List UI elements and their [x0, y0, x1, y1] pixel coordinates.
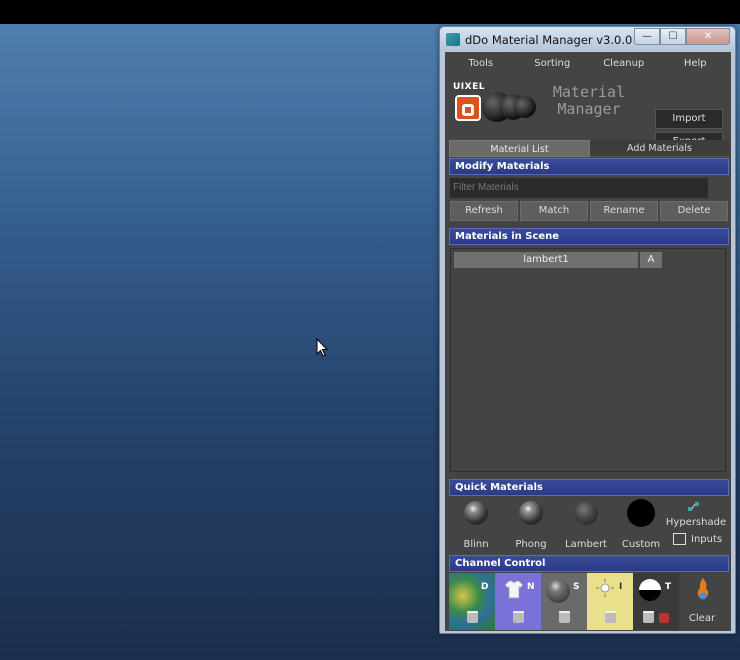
channel-specular[interactable]: S	[541, 573, 587, 630]
channel-normal[interactable]: N	[495, 573, 541, 630]
modify-materials-header[interactable]: Modify Materials	[449, 158, 729, 175]
hypershade-label[interactable]: Hypershade	[665, 517, 727, 528]
minimize-button[interactable]: —	[634, 28, 660, 45]
tab-material-list[interactable]: Material List	[449, 140, 590, 157]
app-name-title: Material Manager	[552, 83, 626, 118]
hypershade-icon[interactable]	[687, 501, 701, 513]
material-name-button[interactable]: lambert1	[454, 252, 638, 268]
quick-custom[interactable]: Custom	[616, 498, 666, 553]
window-title: dDo Material Manager v3.0.0	[465, 33, 633, 47]
channel-control-row: D N S I T Clear	[449, 573, 731, 630]
logo-spheres-icon	[482, 90, 536, 124]
trash-icon[interactable]	[513, 611, 524, 623]
window-client: Tools Sorting Cleanup Help UIXEL Materia…	[445, 52, 731, 631]
quick-lambert[interactable]: Lambert	[561, 498, 611, 553]
channel-clear-button[interactable]: Clear	[679, 573, 725, 630]
material-assign-button[interactable]: A	[640, 252, 662, 268]
material-manager-window: dDo Material Manager v3.0.0 — ☐ ✕ Tools …	[439, 26, 736, 634]
lambert-sphere-icon	[574, 501, 598, 525]
filter-materials-input[interactable]	[450, 178, 708, 198]
import-button[interactable]: Import	[655, 109, 723, 129]
close-icon: ✕	[703, 31, 713, 42]
transparency-sphere-icon	[639, 579, 661, 601]
channel-control-header[interactable]: Channel Control	[449, 555, 729, 572]
menu-tools[interactable]: Tools	[445, 52, 517, 76]
channel-diffuse[interactable]: D	[449, 573, 495, 630]
quick-materials-row: Blinn Phong Lambert Custom Hypershade In	[449, 498, 729, 553]
phong-sphere-icon	[519, 501, 543, 525]
menu-bar: Tools Sorting Cleanup Help	[445, 52, 731, 76]
flame-icon	[697, 578, 709, 600]
menu-help[interactable]: Help	[660, 52, 732, 76]
inputs-label[interactable]: Inputs	[691, 534, 722, 545]
quixel-logo-text: UIXEL	[453, 82, 485, 92]
blinn-sphere-icon	[464, 501, 488, 525]
materials-in-scene-header[interactable]: Materials in Scene	[449, 228, 729, 245]
match-button[interactable]: Match	[520, 201, 588, 221]
quick-blinn[interactable]: Blinn	[451, 498, 501, 553]
trash-icon[interactable]	[605, 611, 616, 623]
specular-sphere-icon	[546, 579, 570, 603]
trash-icon[interactable]	[559, 611, 570, 623]
rename-button[interactable]: Rename	[590, 201, 658, 221]
delete-button[interactable]: Delete	[660, 201, 728, 221]
channel-transparency[interactable]: T	[633, 573, 679, 630]
clear-label: Clear	[688, 613, 716, 624]
remove-icon[interactable]	[659, 613, 669, 623]
list-item: lambert1 A	[454, 252, 662, 268]
maximize-button[interactable]: ☐	[660, 28, 686, 45]
menu-sorting[interactable]: Sorting	[517, 52, 589, 76]
close-button[interactable]: ✕	[686, 28, 730, 45]
shirt-icon	[504, 580, 524, 599]
channel-illumination[interactable]: I	[587, 573, 633, 630]
trash-icon[interactable]	[643, 611, 654, 623]
logo-area: UIXEL Material Manager Import Export	[445, 76, 731, 152]
modify-actions-row: Refresh Match Rename Delete	[450, 201, 728, 221]
app-icon	[446, 33, 460, 46]
tab-add-materials[interactable]: Add Materials	[590, 140, 729, 157]
menu-cleanup[interactable]: Cleanup	[588, 52, 660, 76]
mouse-cursor-icon	[316, 338, 328, 357]
minimize-icon: —	[642, 31, 652, 42]
trash-icon[interactable]	[467, 611, 478, 623]
quick-phong[interactable]: Phong	[506, 498, 556, 553]
window-titlebar[interactable]: dDo Material Manager v3.0.0 — ☐ ✕	[440, 27, 735, 51]
refresh-button[interactable]: Refresh	[450, 201, 518, 221]
materials-list-panel[interactable]: lambert1 A	[450, 248, 726, 472]
tab-bar: Material List Add Materials	[449, 140, 729, 157]
inputs-icon[interactable]	[673, 533, 686, 545]
custom-sphere-icon	[627, 499, 655, 527]
ddo-logo-icon	[455, 95, 481, 121]
quick-materials-header[interactable]: Quick Materials	[449, 479, 729, 496]
maximize-icon: ☐	[668, 31, 678, 42]
light-bulb-icon	[596, 579, 614, 597]
